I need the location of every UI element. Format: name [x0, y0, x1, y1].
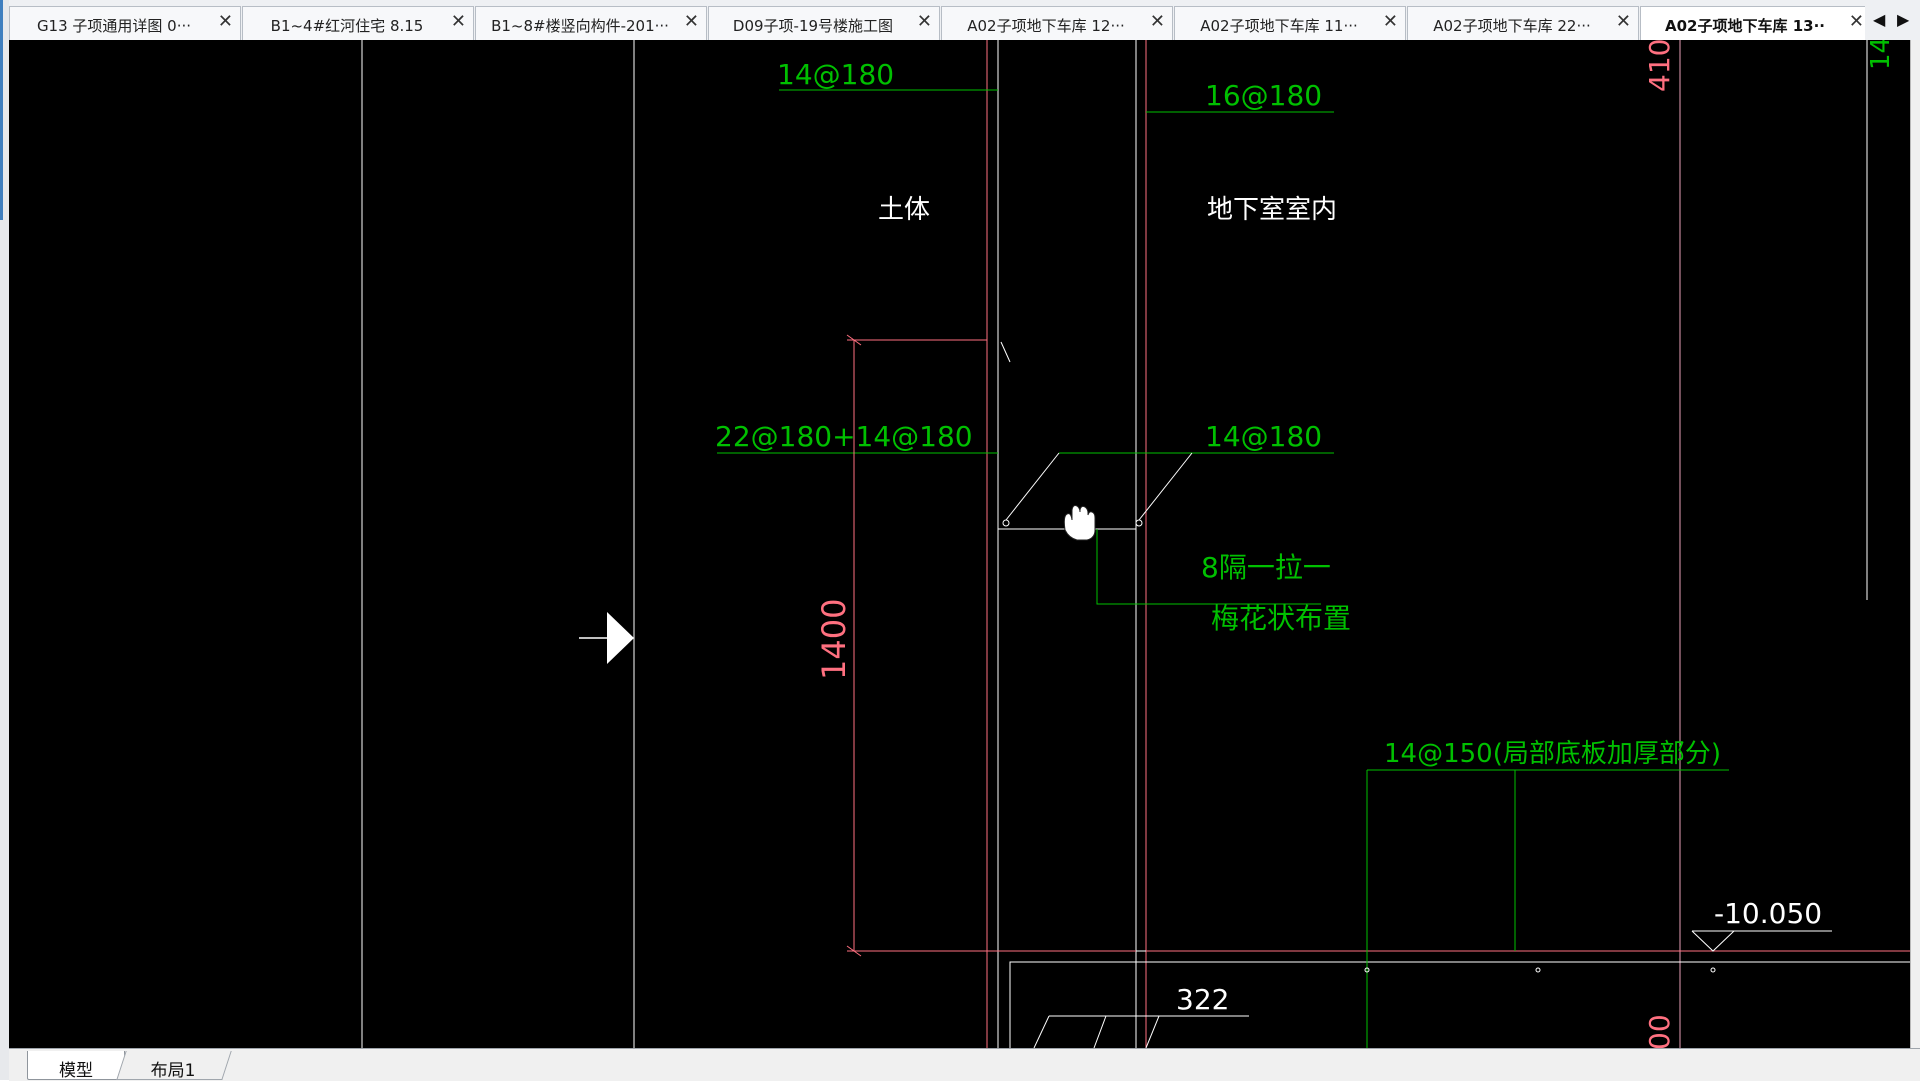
- close-icon[interactable]: ✕: [1616, 13, 1631, 31]
- rebar-dot: [1002, 519, 1010, 527]
- dimension-410: 410: [1643, 40, 1676, 92]
- right-edge-strip: [1910, 40, 1920, 1048]
- tie-bar: [1138, 452, 1193, 521]
- tab-layout1-label: 布局1: [150, 1061, 196, 1081]
- close-icon[interactable]: ✕: [684, 13, 699, 31]
- left-edge-accent: [0, 0, 3, 220]
- tab-g13[interactable]: G13 子项通用详图 0··· ✕: [9, 6, 241, 40]
- scroll-left-icon[interactable]: ◀: [1873, 13, 1885, 29]
- close-icon[interactable]: ✕: [1383, 13, 1398, 31]
- rebar-dot: [1535, 967, 1541, 973]
- tab-label: G13 子项通用详图 0···: [36, 17, 192, 35]
- rebar-dot: [1135, 519, 1143, 527]
- tab-label: A02子项地下车库 13··: [1665, 17, 1825, 35]
- drawing-canvas[interactable]: 14@180 16@180 土体 地下室室内 22@180+14@180 14@…: [9, 40, 1910, 1048]
- elevation-symbol: [1691, 930, 1735, 952]
- slab-line: [1009, 961, 1910, 1048]
- tab-label: B1~8#楼竖向构件-201···: [491, 17, 669, 35]
- dimension-1400: 1400: [815, 599, 853, 680]
- rebar-label-top-left: 14@180: [777, 58, 894, 91]
- tie-arrangement-label: 梅花状布置: [1211, 602, 1351, 635]
- slab-thickening-label: 14@150(局部底板加厚部分): [1384, 739, 1721, 769]
- hatch-line: [1093, 1015, 1107, 1048]
- tab-a02-13-active[interactable]: A02子项地下车库 13·· ✕: [1640, 6, 1872, 40]
- document-tab-bar: G13 子项通用详图 0··· ✕ B1~4#红河住宅 8.15 ✕ B1~8#…: [9, 0, 1920, 41]
- tab-label: A02子项地下车库 12···: [967, 17, 1125, 35]
- clipped-rebar-label: 14(: [1866, 40, 1896, 70]
- rebar-dot: [1710, 967, 1716, 973]
- cad-window: G13 子项通用详图 0··· ✕ B1~4#红河住宅 8.15 ✕ B1~8#…: [0, 0, 1920, 1081]
- rebar-label-top-right: 16@180: [1205, 79, 1322, 112]
- rebar-label-mid-left: 22@180+14@180: [715, 420, 973, 453]
- dimension-bottom-right: 00: [1643, 1014, 1676, 1048]
- hatch-line: [1033, 1015, 1050, 1048]
- tab-label: A02子项地下车库 22···: [1433, 17, 1591, 35]
- tab-b1-8[interactable]: B1~8#楼竖向构件-201··· ✕: [475, 6, 707, 40]
- basement-interior-label: 地下室室内: [1207, 195, 1337, 225]
- tab-a02-22[interactable]: A02子项地下车库 22··· ✕: [1407, 6, 1639, 40]
- tab-label: B1~4#红河住宅 8.15: [270, 17, 424, 35]
- close-icon[interactable]: ✕: [1150, 13, 1165, 31]
- close-icon[interactable]: ✕: [917, 13, 932, 31]
- tab-scroll-controls: ◀ ▶: [1865, 6, 1920, 40]
- tie-bar: [1005, 452, 1060, 521]
- hatch-line: [1145, 1015, 1160, 1048]
- tab-model-label: 模型: [59, 1061, 93, 1081]
- soil-label: 土体: [878, 195, 930, 225]
- layout-tab-bar: 模型 布局1: [9, 1048, 1920, 1081]
- tie-spacing-label: 8隔一拉一: [1201, 551, 1331, 584]
- tab-layout1[interactable]: 布局1: [116, 1051, 232, 1081]
- rebar-label-mid-right: 14@180: [1205, 420, 1322, 453]
- tab-label: A02子项地下车库 11···: [1200, 17, 1358, 35]
- tab-a02-11[interactable]: A02子项地下车库 11··· ✕: [1174, 6, 1406, 40]
- close-icon[interactable]: ✕: [218, 13, 233, 31]
- elevation-label: -10.050: [1714, 897, 1822, 930]
- dimension-322: 322: [1176, 983, 1229, 1016]
- cad-drawing: 14@180 16@180 土体 地下室室内 22@180+14@180 14@…: [361, 40, 1910, 1048]
- tab-d09[interactable]: D09子项-19号楼施工图 ✕: [708, 6, 940, 40]
- section-arrow-icon: [607, 612, 634, 664]
- tab-model[interactable]: 模型: [27, 1051, 125, 1081]
- close-icon[interactable]: ✕: [1849, 13, 1864, 31]
- tab-b1-4[interactable]: B1~4#红河住宅 8.15 ✕: [242, 6, 474, 40]
- break-mark: [1000, 341, 1011, 363]
- tab-label: D09子项-19号楼施工图: [732, 17, 894, 35]
- scroll-right-icon[interactable]: ▶: [1897, 13, 1909, 29]
- tab-a02-12[interactable]: A02子项地下车库 12··· ✕: [941, 6, 1173, 40]
- close-icon[interactable]: ✕: [451, 13, 466, 31]
- hand-pan-icon: [1063, 505, 1096, 541]
